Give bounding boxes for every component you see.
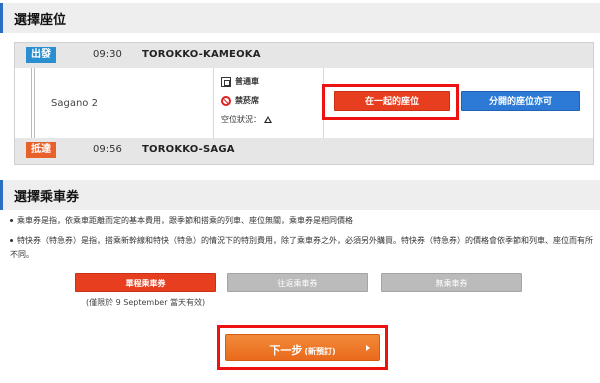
seats-separate-button[interactable]: 分開的座位亦可 xyxy=(461,91,580,111)
departure-row: 出發 09:30 TOROKKO-KAMEOKA xyxy=(15,43,593,68)
seats-together-button[interactable]: 在一起的座位 xyxy=(334,91,450,111)
next-step-button[interactable]: 下一步 (新預訂) xyxy=(225,334,380,361)
round-trip-ticket-button[interactable]: 往返乘車券 xyxy=(227,273,368,292)
route-line xyxy=(31,68,35,138)
car-type-label: 普通車 xyxy=(235,77,259,86)
bullet-icon xyxy=(10,239,13,242)
seat-section-title: 選擇座位 xyxy=(14,13,67,28)
ticket-section-title: 選擇乘車券 xyxy=(14,190,80,205)
arrival-station: TOROKKO-SAGA xyxy=(142,144,235,155)
availability-triangle-icon xyxy=(264,116,272,123)
next-step-sublabel: (新預訂) xyxy=(304,347,336,356)
no-ticket-button[interactable]: 無乘車券 xyxy=(381,273,522,292)
train-name: Sagano 2 xyxy=(51,98,98,109)
arrival-badge: 抵達 xyxy=(26,142,56,158)
seat-status-label: 空位狀況： xyxy=(221,115,261,124)
validity-note: (僅限於 9 September 當天有效) xyxy=(86,298,206,307)
departure-badge: 出發 xyxy=(26,47,56,63)
departure-station: TOROKKO-KAMEOKA xyxy=(142,49,261,60)
bullet-icon xyxy=(10,219,13,222)
ticket-section-header: 選擇乘車券 xyxy=(0,180,600,210)
departure-time: 09:30 xyxy=(93,49,122,60)
next-step-label: 下一步 xyxy=(269,344,303,357)
column-divider xyxy=(213,68,214,138)
seat-section-header: 選擇座位 xyxy=(0,3,600,33)
fare-note-text: 乘車券是指，依乘車距離而定的基本費用，跟季節和搭乘的列車、座位無關，乘車券是相同… xyxy=(17,216,353,225)
smoking-info: 禁菸席 xyxy=(221,95,259,106)
car-icon xyxy=(221,76,231,87)
arrow-right-icon xyxy=(366,345,370,351)
express-note: 特快券（特急券）是指，搭乘新幹線和特快（特急）的情況下的特別費用，除了乘車券之外… xyxy=(10,234,595,262)
fare-note: 乘車券是指，依乘車距離而定的基本費用，跟季節和搭乘的列車、座位無關，乘車券是相同… xyxy=(10,214,595,228)
smoking-label: 禁菸席 xyxy=(235,96,259,105)
no-smoking-icon xyxy=(221,95,231,106)
arrival-row: 抵達 09:56 TOROKKO-SAGA xyxy=(15,138,593,164)
seat-status: 空位狀況： xyxy=(221,114,272,125)
car-type: 普通車 xyxy=(221,76,259,87)
express-note-text: 特快券（特急券）是指，搭乘新幹線和特快（特急）的情況下的特別費用，除了乘車券之外… xyxy=(10,236,593,259)
single-ticket-button[interactable]: 單程乘車券 xyxy=(75,273,216,292)
arrival-time: 09:56 xyxy=(93,144,122,155)
